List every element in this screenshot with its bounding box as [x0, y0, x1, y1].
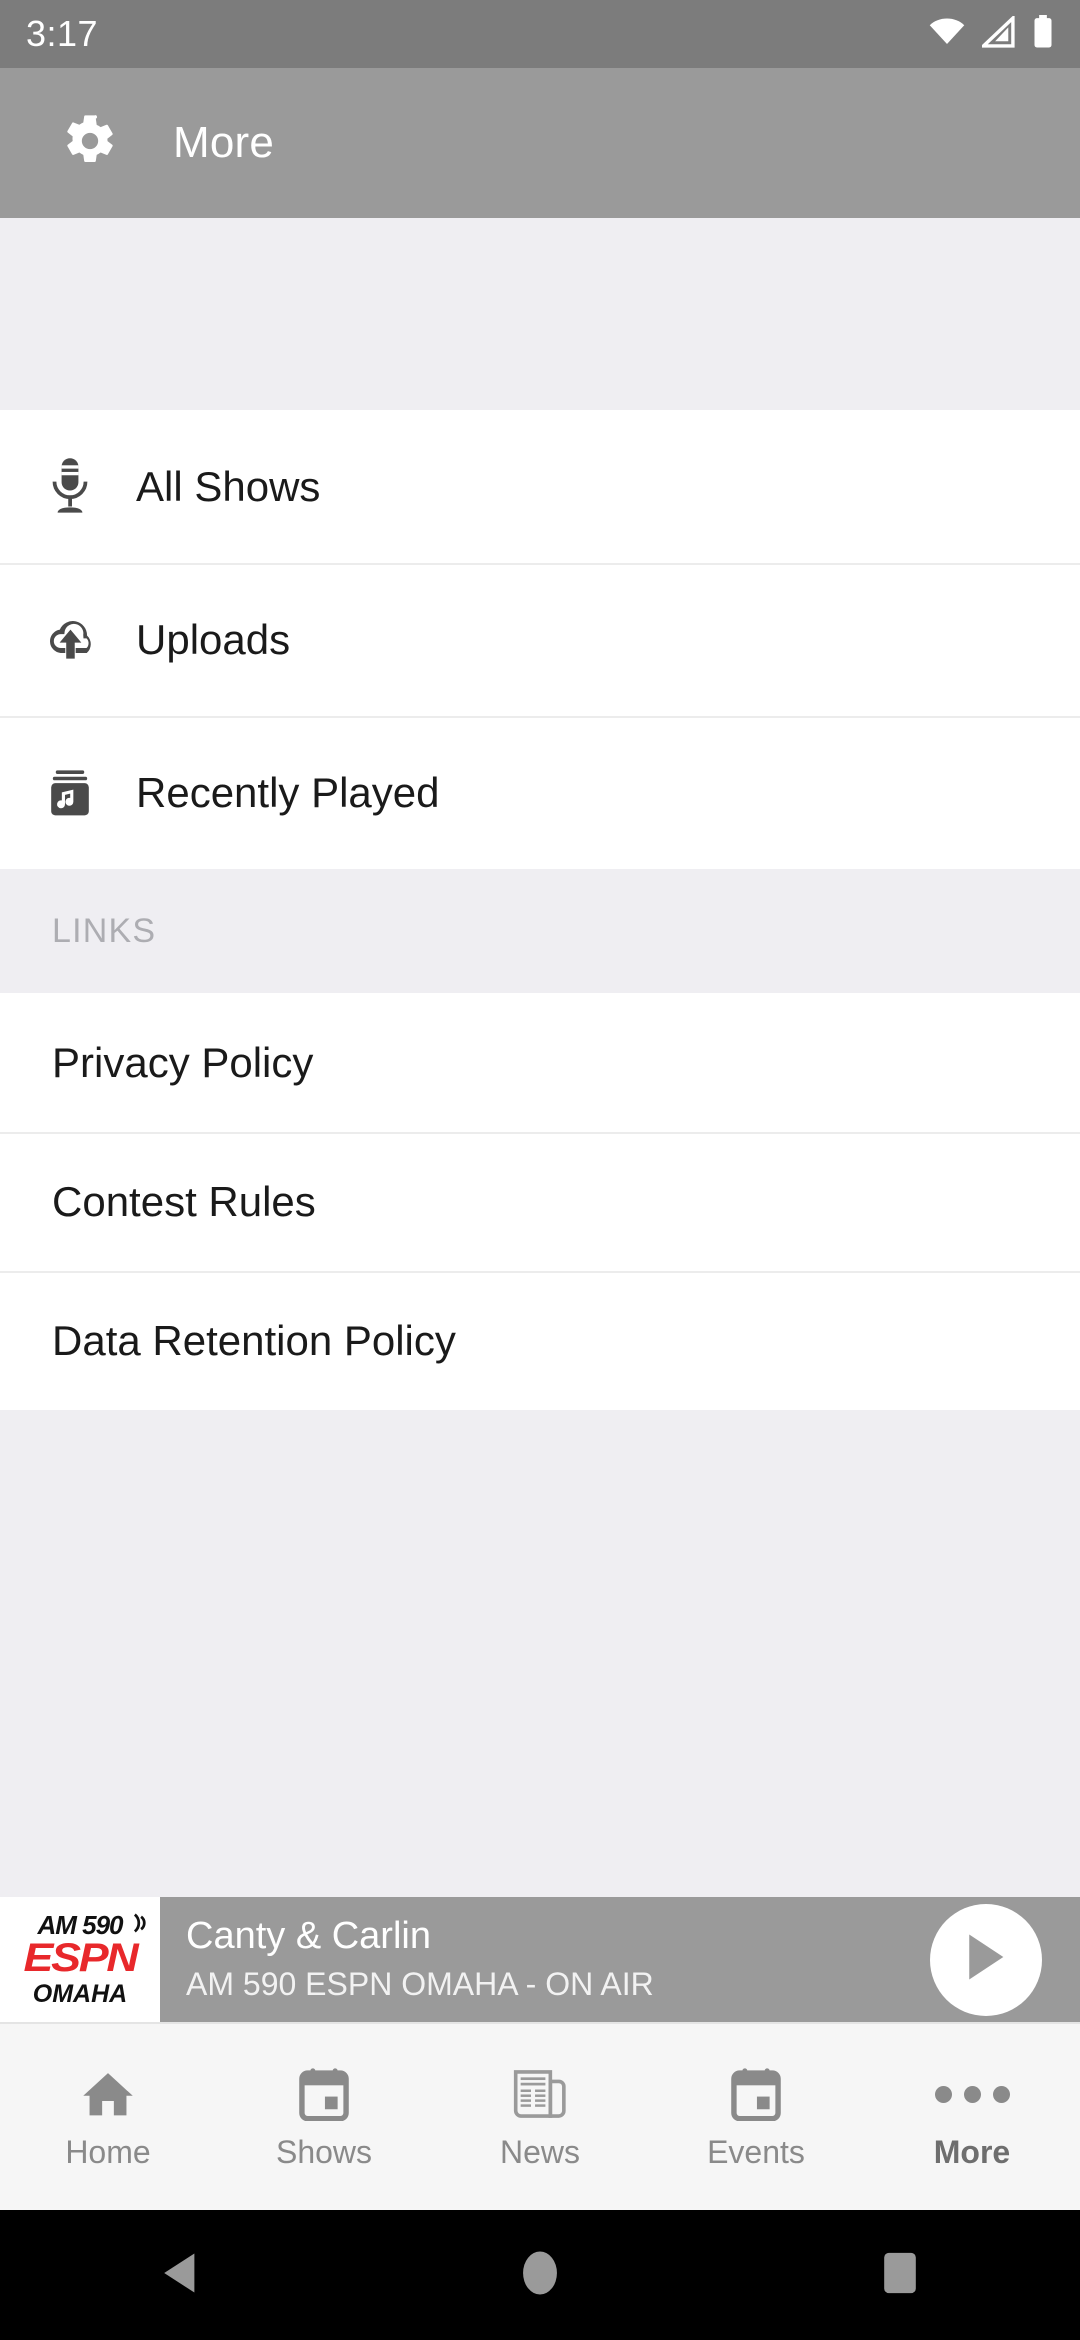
battery-icon	[1032, 14, 1054, 54]
microphone-icon	[34, 456, 106, 518]
bottom-filler	[0, 1410, 1080, 1810]
station-logo-graphic: AM 590 ESPN OMAHA	[7, 1908, 153, 2012]
tab-label: News	[499, 2134, 580, 2170]
calendar-icon	[298, 2066, 350, 2122]
logo-line-omaha: OMAHA	[32, 1979, 128, 2008]
tab-events[interactable]: Events	[648, 2024, 864, 2210]
app-bar: More	[0, 68, 1080, 218]
calendar-icon	[730, 2066, 782, 2122]
menu-item-label: All Shows	[136, 462, 321, 510]
status-time: 3:17	[26, 13, 99, 54]
link-label: Privacy Policy	[52, 1038, 314, 1086]
logo-line-espn: ESPN	[23, 1935, 138, 1980]
tab-label: Events	[707, 2134, 805, 2170]
links-group: Privacy Policy Contest Rules Data Retent…	[0, 993, 1080, 1410]
back-triangle-icon	[159, 2250, 201, 2301]
now-playing-title: Canty & Carlin	[186, 1915, 431, 1958]
dot	[934, 2085, 952, 2103]
tab-label: Shows	[275, 2134, 373, 2170]
cloud-upload-icon	[34, 614, 106, 666]
link-label: Data Retention Policy	[52, 1316, 456, 1364]
dot	[963, 2085, 981, 2103]
music-library-icon	[34, 767, 106, 819]
menu-item-uploads[interactable]: Uploads	[0, 563, 1080, 716]
system-navigation-bar	[0, 2210, 1080, 2340]
wifi-icon	[928, 17, 966, 52]
back-button[interactable]	[80, 2210, 280, 2340]
now-playing-text: Canty & Carlin AM 590 ESPN OMAHA - ON AI…	[186, 1915, 930, 2003]
links-section-title: LINKS	[52, 911, 157, 950]
now-playing-bar[interactable]: AM 590 ESPN OMAHA Canty & Carlin AM 590 …	[0, 1897, 1080, 2022]
link-label: Contest Rules	[52, 1177, 316, 1225]
link-contest-rules[interactable]: Contest Rules	[0, 1132, 1080, 1271]
tab-label: Home	[65, 2134, 151, 2170]
station-logo: AM 590 ESPN OMAHA	[0, 1897, 160, 2022]
content-scroll[interactable]: All Shows Uploads Recently Played LINKS …	[0, 218, 1080, 2080]
cellular-signal-icon	[979, 13, 1016, 53]
play-icon	[962, 1931, 1010, 1988]
play-button[interactable]	[930, 1903, 1042, 2016]
tab-home[interactable]: Home	[0, 2024, 216, 2210]
links-section-header: LINKS	[0, 869, 1080, 993]
recents-button[interactable]	[800, 2210, 1000, 2340]
home-circle-icon	[520, 2249, 560, 2302]
app-root: 3:17 More All Shows Uploads Recently Pla…	[0, 0, 1080, 2340]
gear-icon	[62, 113, 118, 174]
tab-shows[interactable]: Shows	[216, 2024, 432, 2210]
link-privacy-policy[interactable]: Privacy Policy	[0, 993, 1080, 1132]
recents-square-icon	[881, 2250, 919, 2301]
home-button[interactable]	[440, 2210, 640, 2340]
menu-item-all-shows[interactable]: All Shows	[0, 410, 1080, 563]
now-playing-subtitle: AM 590 ESPN OMAHA - ON AIR	[186, 1966, 654, 2003]
home-icon	[81, 2066, 135, 2122]
link-data-retention-policy[interactable]: Data Retention Policy	[0, 1271, 1080, 1410]
newspaper-icon	[513, 2066, 567, 2122]
top-spacer	[0, 218, 1080, 410]
menu-item-label: Uploads	[136, 615, 291, 663]
menu-group: All Shows Uploads Recently Played	[0, 410, 1080, 869]
status-icons	[928, 13, 1054, 54]
page-title: More	[173, 118, 275, 167]
tab-news[interactable]: News	[432, 2024, 648, 2210]
dot	[992, 2085, 1010, 2103]
menu-item-recently-played[interactable]: Recently Played	[0, 716, 1080, 869]
tab-more[interactable]: More	[864, 2024, 1080, 2210]
bottom-tab-bar: Home Shows News Events More	[0, 2022, 1080, 2210]
tab-label: More	[933, 2134, 1011, 2170]
more-dots-icon	[934, 2066, 1010, 2122]
more-dots-glyph	[934, 2085, 1010, 2103]
menu-item-label: Recently Played	[136, 768, 440, 816]
status-bar: 3:17	[0, 0, 1080, 68]
